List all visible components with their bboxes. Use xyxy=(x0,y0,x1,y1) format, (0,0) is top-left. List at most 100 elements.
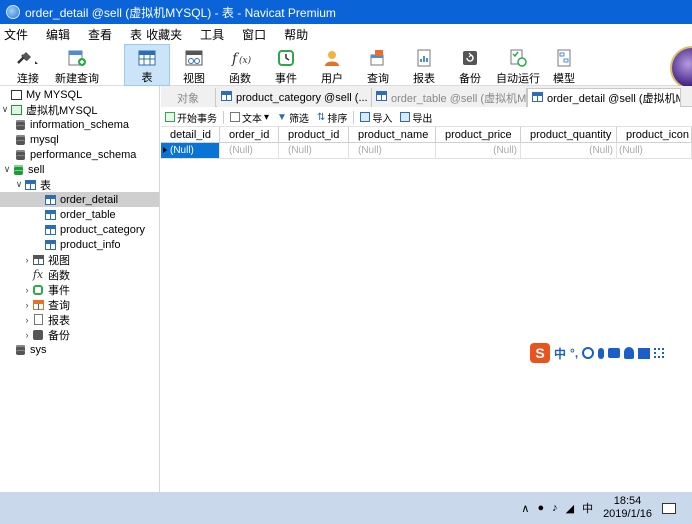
network-icon[interactable]: ◢ xyxy=(566,502,574,515)
tree-item-views[interactable]: › 视图 xyxy=(0,252,159,267)
tree-item-label: 表 xyxy=(40,179,51,192)
chevron-down-icon[interactable]: ∨ xyxy=(2,164,12,175)
tab-order-detail[interactable]: order_detail @sell (虚拟机M... xyxy=(527,88,681,107)
editor-tabs: 对象 product_category @sell (... × order_t… xyxy=(161,86,692,107)
tree-item-functions[interactable]: fx 函数 xyxy=(0,267,159,282)
shirt-icon[interactable] xyxy=(638,347,651,359)
chevron-up-icon[interactable]: ∧ xyxy=(521,502,529,515)
chevron-right-icon[interactable]: › xyxy=(22,315,32,325)
tab-order-table[interactable]: order_table @sell (虚拟机M... xyxy=(372,88,527,107)
notification-icon[interactable] xyxy=(662,502,676,514)
menu-help[interactable]: 帮助 xyxy=(284,26,308,43)
user-button[interactable]: 用户 xyxy=(312,44,352,86)
begin-transaction-button[interactable]: 开始事务 xyxy=(165,110,217,125)
export-button[interactable]: 导出 xyxy=(400,110,432,125)
tree-item-my-mysql[interactable]: My MYSQL xyxy=(0,87,159,102)
tree-item-label: information_schema xyxy=(30,118,130,131)
qq-icon[interactable]: ● xyxy=(537,502,544,514)
view-button[interactable]: 视图 xyxy=(174,44,214,86)
column-header[interactable]: detail_id xyxy=(161,127,220,143)
system-clock[interactable]: 18:54 2019/1/16 xyxy=(603,495,652,521)
microphone-icon[interactable] xyxy=(598,347,605,359)
table-cell[interactable]: (Null) xyxy=(617,143,692,158)
menu-tools[interactable]: 工具 xyxy=(200,26,224,43)
sort-button[interactable]: ⇅ 排序 xyxy=(317,110,347,125)
table-icon xyxy=(221,91,232,104)
column-header[interactable]: order_id xyxy=(220,127,279,143)
menu-window[interactable]: 窗口 xyxy=(242,26,266,43)
automation-button[interactable]: 自动运行 xyxy=(496,44,540,86)
column-header[interactable]: product_name xyxy=(349,127,436,143)
menu-table[interactable]: 表 xyxy=(130,26,142,43)
tree-item-product-info[interactable]: product_info xyxy=(0,237,159,252)
tree-item-sell[interactable]: ∨ sell xyxy=(0,162,159,177)
menu-favorites[interactable]: 收藏夹 xyxy=(146,26,182,43)
query-button[interactable]: 查询 xyxy=(358,44,398,86)
column-header[interactable]: product_id xyxy=(279,127,349,143)
table-icon xyxy=(44,239,56,250)
tree-item-performance-schema[interactable]: performance_schema xyxy=(0,147,159,162)
chevron-down-icon[interactable]: ∨ xyxy=(0,104,10,115)
table-button[interactable]: 表 xyxy=(124,44,170,86)
ime-mode-label[interactable]: 中 xyxy=(554,345,566,362)
table-cell[interactable]: (Null) xyxy=(436,143,521,158)
tab-product-category[interactable]: product_category @sell (... × xyxy=(217,88,372,107)
table-icon xyxy=(44,194,56,205)
text-label: 文本 xyxy=(242,113,262,125)
event-button[interactable]: 事件 xyxy=(266,44,306,86)
ime-punctuation-label[interactable]: °, xyxy=(570,346,578,360)
grid-icon[interactable] xyxy=(654,348,665,358)
tree-item-information-schema[interactable]: information_schema xyxy=(0,117,159,132)
menu-view[interactable]: 查看 xyxy=(88,26,112,43)
model-button[interactable]: 模型 xyxy=(544,44,584,86)
connect-button[interactable]: 连接 xyxy=(8,44,48,86)
table-cell[interactable]: (Null) xyxy=(521,143,617,158)
tree-item-label: product_info xyxy=(60,238,121,251)
table-cell[interactable]: (Null) xyxy=(220,143,279,158)
data-grid[interactable]: detail_id order_id product_id product_na… xyxy=(161,127,692,492)
menu-edit[interactable]: 编辑 xyxy=(46,26,70,43)
new-query-button[interactable]: 新建查询 xyxy=(54,44,100,86)
emoji-icon[interactable] xyxy=(582,347,595,359)
chevron-right-icon[interactable]: › xyxy=(22,330,32,340)
tree-item-reports[interactable]: › 报表 xyxy=(0,312,159,327)
tree-item-sys[interactable]: sys xyxy=(0,342,159,357)
tree-item-mysql[interactable]: mysql xyxy=(0,132,159,147)
tree-item-tables-group[interactable]: ∨ 表 xyxy=(0,177,159,192)
backup-button[interactable]: 备份 xyxy=(450,44,490,86)
chevron-right-icon[interactable]: › xyxy=(22,255,32,265)
document-icon xyxy=(230,112,240,122)
chevron-down-icon[interactable]: ∨ xyxy=(14,179,24,190)
tab-objects[interactable]: 对象 xyxy=(161,88,216,107)
table-row[interactable]: (Null) (Null) (Null) (Null) (Null) (Null… xyxy=(161,143,692,159)
filter-button[interactable]: ▼ 筛选 xyxy=(277,110,309,125)
import-button[interactable]: 导入 xyxy=(360,110,392,125)
user-icon[interactable] xyxy=(624,347,635,359)
menu-file[interactable]: 文件 xyxy=(4,26,28,43)
input-language[interactable]: 中 xyxy=(582,500,593,516)
table-cell[interactable]: (Null) xyxy=(279,143,349,158)
column-header[interactable]: product_icon xyxy=(617,127,692,143)
column-header[interactable]: product_quantity xyxy=(521,127,617,143)
chevron-right-icon[interactable]: › xyxy=(22,300,32,310)
tree-item-product-category[interactable]: product_category xyxy=(0,222,159,237)
export-label: 导出 xyxy=(412,113,433,125)
chevron-right-icon[interactable]: › xyxy=(22,285,32,295)
report-button[interactable]: 报表 xyxy=(404,44,444,86)
function-button[interactable]: f (x) 函数 xyxy=(220,44,260,86)
column-header[interactable]: product_price xyxy=(436,127,521,143)
table-cell[interactable]: (Null) xyxy=(349,143,436,158)
tree-item-queries[interactable]: › 查询 xyxy=(0,297,159,312)
table-cell[interactable]: (Null) xyxy=(161,143,220,158)
keyboard-icon[interactable] xyxy=(608,348,621,358)
model-label: 模型 xyxy=(553,73,575,85)
tree-item-events[interactable]: › 事件 xyxy=(0,282,159,297)
tree-item-order-table[interactable]: order_table xyxy=(0,207,159,222)
tree-item-order-detail[interactable]: order_detail xyxy=(0,192,159,207)
tree-item-vm-mysql[interactable]: ∨ 虚拟机MYSQL xyxy=(0,102,159,117)
tree-item-backups[interactable]: › 备份 xyxy=(0,327,159,342)
tree-item-label: 视图 xyxy=(48,254,70,267)
ime-toolbar[interactable]: S 中 °, xyxy=(530,343,665,363)
speaker-icon[interactable]: ♪ xyxy=(552,502,558,514)
text-button[interactable]: 文本 ▾ xyxy=(230,110,269,125)
